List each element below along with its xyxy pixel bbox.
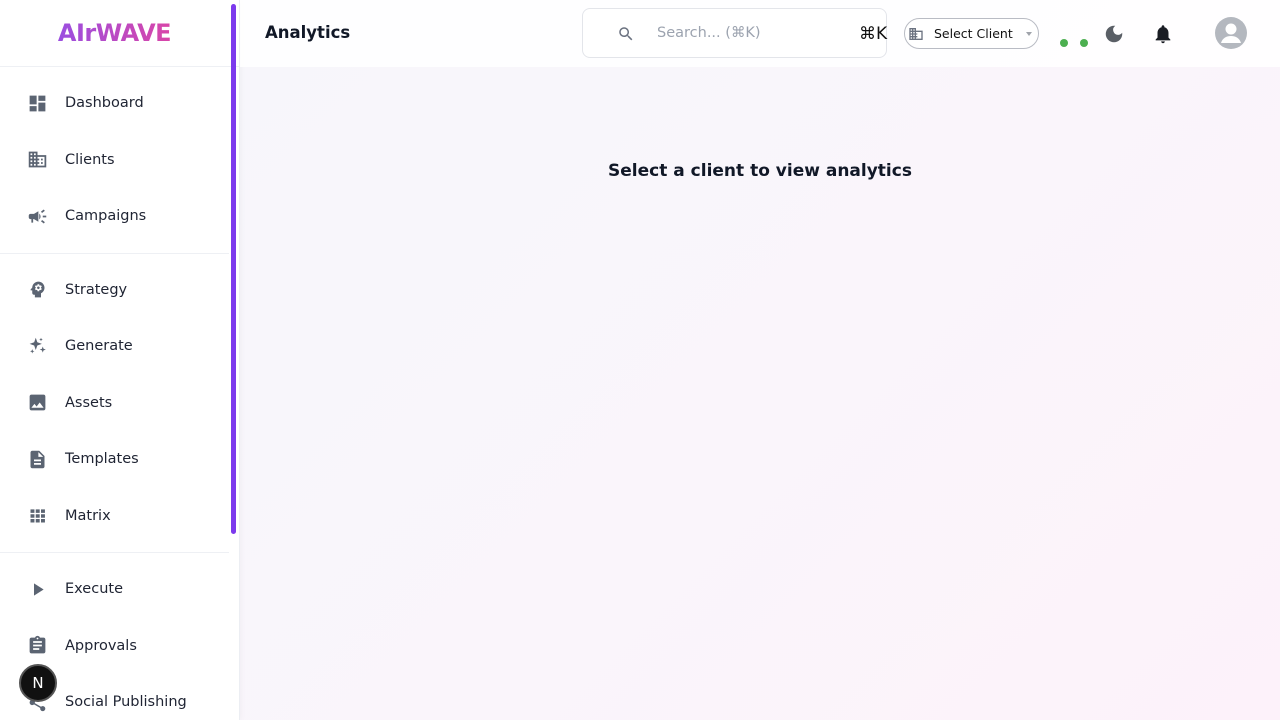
status-indicator-dot [1080,39,1088,47]
sidebar-item-execute[interactable]: Execute [0,561,229,618]
empty-state-message: Select a client to view analytics [608,161,912,181]
sidebar-item-clients[interactable]: Clients [0,132,229,189]
sidebar-item-label: Execute [65,581,123,598]
building-icon [908,26,924,42]
top-header: Analytics ⌘K Select Client [240,0,1280,67]
sidebar-item-label: Templates [65,451,139,468]
chevron-down-icon [1026,32,1032,36]
clipboard-icon [26,635,48,657]
nav-group-main: Dashboard Clients Campaigns [0,67,229,254]
sidebar-item-assets[interactable]: Assets [0,375,229,432]
sidebar-item-strategy[interactable]: Strategy [0,262,229,319]
sidebar-item-campaigns[interactable]: Campaigns [0,188,229,245]
nav-group-create: Strategy Generate Assets Templates Matri… [0,254,229,553]
sidebar-item-matrix[interactable]: Matrix [0,488,229,545]
sidebar-item-label: Matrix [65,507,111,524]
sidebar-item-generate[interactable]: Generate [0,318,229,375]
search-icon [617,25,635,43]
client-select-label: Select Client [934,26,1013,41]
megaphone-icon [26,205,48,227]
sidebar-scrollbar[interactable] [231,4,236,534]
sidebar-item-label: Campaigns [65,208,147,225]
sidebar-item-label: Generate [65,338,133,355]
document-icon [26,448,48,470]
sidebar: AIrWAVE Dashboard Clients Campaigns Stra… [0,0,240,720]
search-input[interactable] [657,21,847,45]
sidebar-item-label: Strategy [65,281,128,298]
status-indicator-dot [1060,39,1068,47]
search-shortcut-hint: ⌘K [859,24,888,44]
sidebar-item-dashboard[interactable]: Dashboard [0,75,229,132]
sidebar-item-templates[interactable]: Templates [0,431,229,488]
page-title: Analytics [265,23,351,42]
sidebar-item-label: Assets [65,394,113,411]
brand: AIrWAVE [0,0,239,67]
grid-icon [26,505,48,527]
sidebar-item-label: Social Publishing [65,694,187,711]
search-box[interactable] [582,8,887,58]
dark-mode-toggle-icon[interactable] [1103,23,1125,45]
sidebar-item-label: Dashboard [65,95,144,112]
sidebar-item-label: Clients [65,151,115,168]
brain-icon [26,279,48,301]
dev-tools-badge[interactable]: N [19,664,57,702]
building-icon [26,149,48,171]
notifications-bell-icon[interactable] [1152,23,1174,45]
user-avatar-icon[interactable] [1215,17,1247,49]
client-select[interactable]: Select Client [904,18,1039,49]
play-icon [26,578,48,600]
dashboard-icon [26,92,48,114]
brand-logo[interactable]: AIrWAVE [58,19,172,47]
image-icon [26,392,48,414]
sidebar-item-label: Approvals [65,637,137,654]
sparkles-icon [26,335,48,357]
